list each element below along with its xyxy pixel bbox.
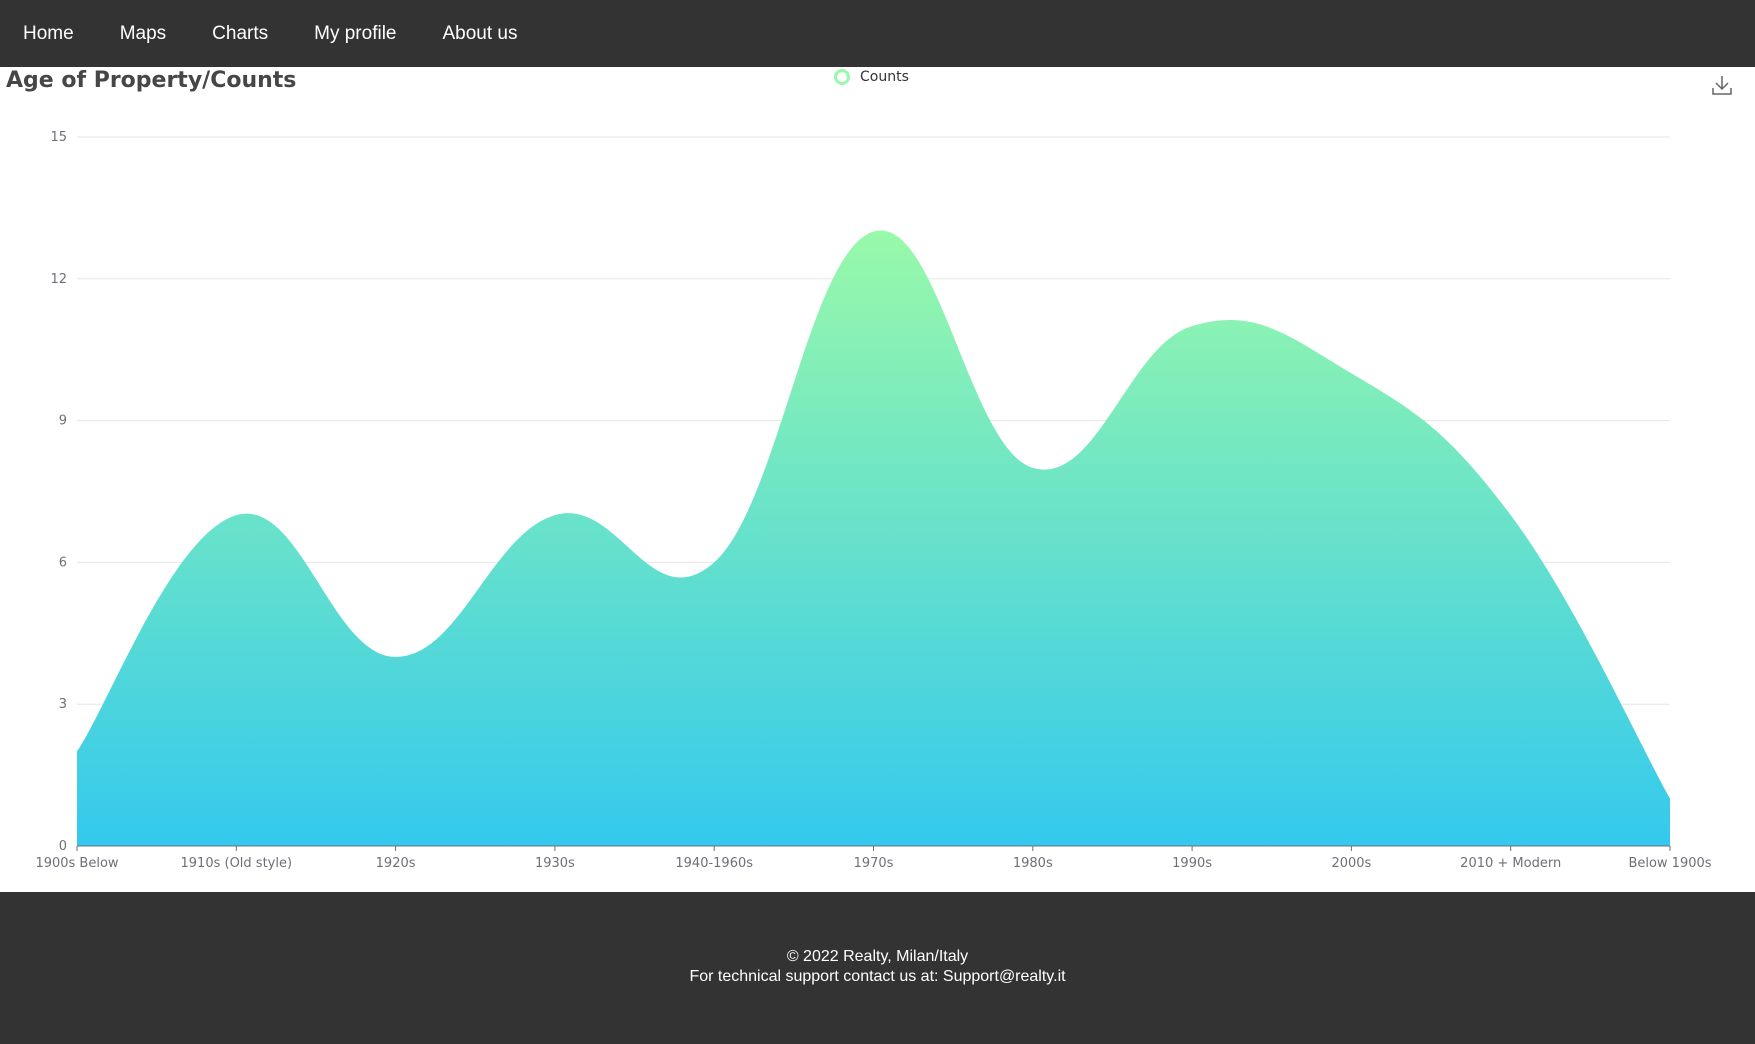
footer-copyright: © 2022 Realty, Milan/Italy xyxy=(786,948,969,965)
data-point[interactable] xyxy=(1667,796,1673,802)
y-tick-label: 12 xyxy=(50,272,67,287)
x-tick-label: 1930s xyxy=(535,856,575,871)
nav-my-profile[interactable]: My profile xyxy=(291,0,419,67)
x-tick-label: 1940-1960s xyxy=(675,856,753,871)
x-tick-label: 2000s xyxy=(1331,856,1371,871)
data-point[interactable] xyxy=(871,229,877,235)
x-tick-label: 2010 + Modern xyxy=(1460,856,1561,871)
x-tick-label: 1990s xyxy=(1172,856,1212,871)
top-navbar: Home Maps Charts My profile About us xyxy=(0,0,1755,67)
x-tick-label: 1970s xyxy=(854,856,894,871)
data-point[interactable] xyxy=(74,748,80,754)
x-tick-label: 1900s Below xyxy=(35,856,118,871)
download-icon[interactable] xyxy=(1710,73,1734,97)
data-point[interactable] xyxy=(393,654,399,660)
nav-maps[interactable]: Maps xyxy=(97,0,189,67)
data-point[interactable] xyxy=(1030,465,1036,471)
x-tick-label: Below 1900s xyxy=(1628,856,1711,871)
legend-label: Counts xyxy=(860,69,909,85)
y-tick-label: 6 xyxy=(59,555,67,570)
legend-swatch xyxy=(834,69,850,85)
footer-support: For technical support contact us at: Sup… xyxy=(689,968,1066,985)
legend-item-counts[interactable]: Counts xyxy=(834,69,909,85)
data-point[interactable] xyxy=(233,512,239,518)
nav-charts[interactable]: Charts xyxy=(189,0,291,67)
nav-home[interactable]: Home xyxy=(0,0,97,67)
chart-container: 0 3 6 9 12 15 1900s Below 1910s (Old style) 1920… xyxy=(0,67,1755,892)
chart-svg: 0 3 6 9 12 15 1900s Below 1910s (Old style) 1920… xyxy=(35,130,1711,871)
data-point[interactable] xyxy=(1348,370,1354,376)
y-tick-label: 9 xyxy=(59,414,67,429)
data-point[interactable] xyxy=(1508,512,1514,518)
y-tick-label: 0 xyxy=(59,839,67,854)
series-area-counts[interactable] xyxy=(77,230,1670,846)
nav-about-us[interactable]: About us xyxy=(419,0,540,67)
data-point[interactable] xyxy=(1189,323,1195,329)
x-tick-label: 1910s (Old style) xyxy=(181,856,293,871)
footer: © 2022 Realty, Milan/Italy For technical… xyxy=(0,892,1755,1044)
y-tick-label: 15 xyxy=(50,130,67,145)
chart-title: Age of Property/Counts xyxy=(6,68,297,93)
x-tick-label: 1980s xyxy=(1013,856,1053,871)
data-point[interactable] xyxy=(552,512,558,518)
x-tick-label: 1920s xyxy=(376,856,416,871)
y-tick-label: 3 xyxy=(59,697,67,712)
data-point[interactable] xyxy=(711,559,717,565)
